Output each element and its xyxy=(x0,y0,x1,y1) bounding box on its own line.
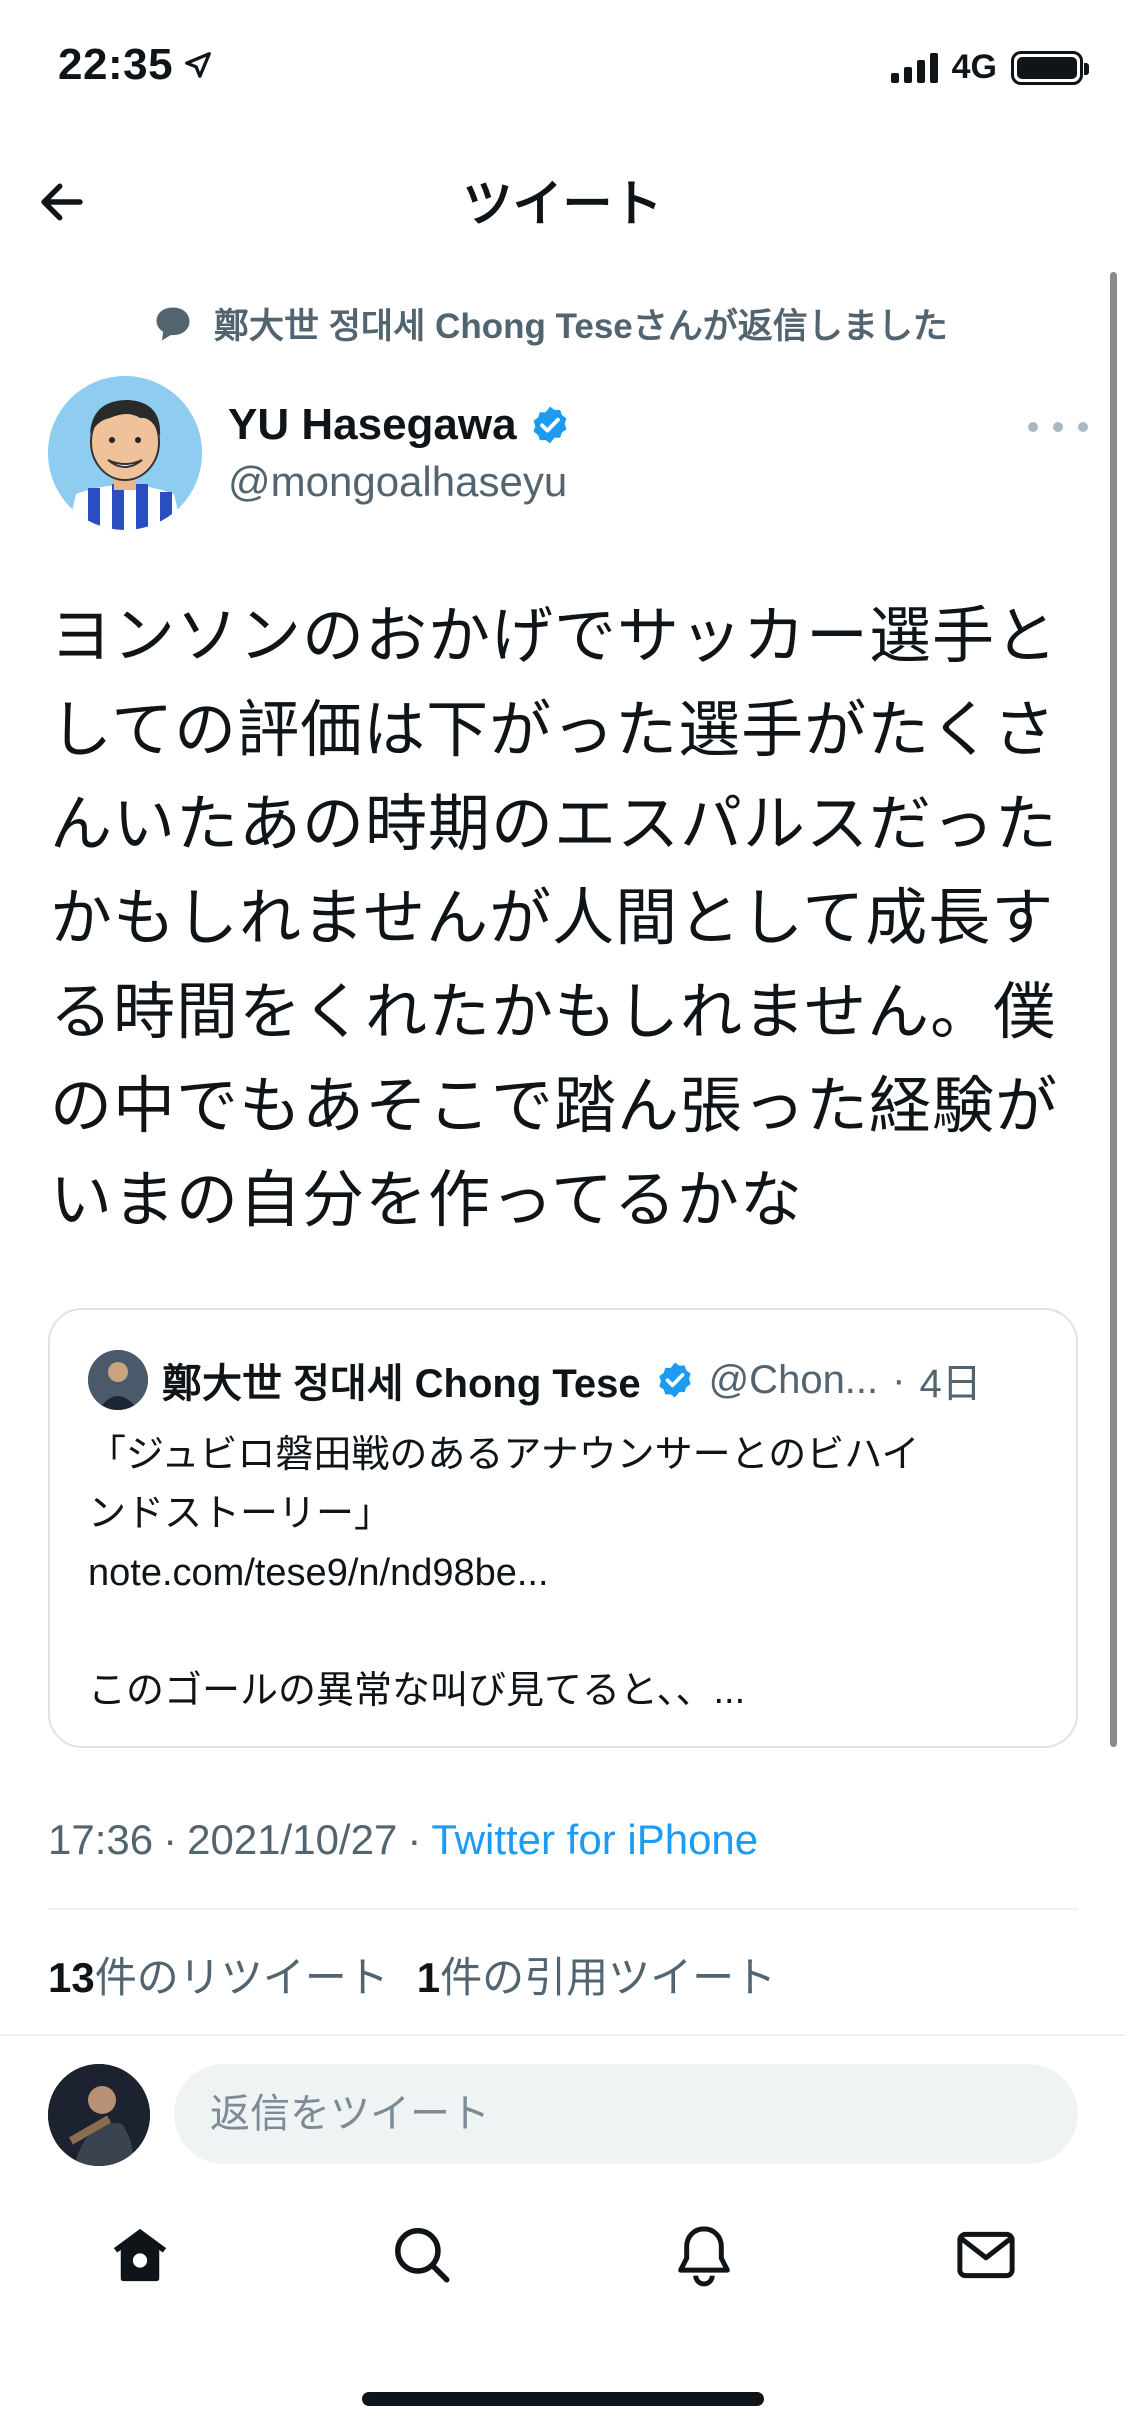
quoted-tweet-card[interactable]: 鄭大世 정대세 Chong Tese @Chon... · 4日 「ジュビロ磐田… xyxy=(48,1308,1078,1748)
author-avatar[interactable] xyxy=(48,376,202,530)
reply-context[interactable]: 鄭大世 정대세 Chong Teseさんが返信しました xyxy=(150,298,948,349)
tweet-text-line: んいたあの時期のエスパルスだった xyxy=(50,790,1059,859)
quoted-author-handle: @Chon... xyxy=(708,1357,879,1402)
tweet-text-line: しての評価は下がった選手がたくさ xyxy=(50,696,1057,765)
back-arrow-icon xyxy=(41,183,83,221)
tab-search[interactable] xyxy=(377,2210,467,2300)
verified-badge-icon xyxy=(533,406,567,444)
tab-messages[interactable] xyxy=(941,2210,1031,2300)
reply-bar xyxy=(0,2034,1125,2166)
tweet-stats: 13件のリツイート 1件の引用ツイート xyxy=(48,1944,776,2005)
quotes-stat[interactable]: 1件の引用ツイート xyxy=(417,1944,776,2005)
quotes-count: 1 xyxy=(416,1954,441,2001)
tweet-date: 2021/10/27 xyxy=(187,1816,398,1863)
tweet-meta: 17:36 · 2021/10/27 · Twitter for iPhone xyxy=(48,1816,758,1864)
meta-separator: · xyxy=(163,1816,178,1863)
quoted-text-line: このゴールの異常な叫び見てると、、... xyxy=(88,1670,746,1712)
meta-separator: · xyxy=(407,1816,422,1863)
quoted-author-name: 鄭大世 정대세 Chong Tese xyxy=(162,1362,641,1406)
quoted-tweet-text: 「ジュビロ磐田戦のあるアナウンサーとのビハイ ンドストーリー」 note.com… xyxy=(88,1426,1048,1721)
status-bar: 22:35 4G xyxy=(0,0,1125,140)
quoted-link[interactable]: note.com/tese9/n/nd98be... xyxy=(88,1544,1048,1603)
messages-icon xyxy=(957,2231,1015,2279)
author-avatar-illustration xyxy=(48,376,202,530)
quoted-separator: · xyxy=(892,1357,906,1402)
retweets-stat[interactable]: 13件のリツイート xyxy=(48,1944,389,2005)
status-time: 22:35 xyxy=(58,40,174,89)
battery-icon xyxy=(1011,50,1089,85)
tab-home[interactable] xyxy=(95,2210,185,2300)
back-button[interactable] xyxy=(30,170,94,234)
signal-strength-icon xyxy=(890,52,938,83)
reply-context-text: 鄭大世 정대세 Chong Teseさんが返信しました xyxy=(214,307,948,346)
quoted-blank-line xyxy=(88,1603,1048,1662)
tweet-text-line: の中でもあそこで踏ん張った経験が xyxy=(50,1072,1059,1141)
quoted-tweet-header: 鄭大世 정대세 Chong Tese @Chon... · 4日 xyxy=(88,1350,982,1410)
tweet-text-line: る時間をくれたかもしれません。僕 xyxy=(50,978,1057,1047)
tweet-time: 17:36 xyxy=(48,1816,154,1863)
author-name-row[interactable]: YU Hasegawa xyxy=(228,400,571,450)
author-handle[interactable]: @mongoalhaseyu xyxy=(228,458,567,506)
quoted-date: 4日 xyxy=(919,1362,982,1406)
author-name: YU Hasegawa xyxy=(228,400,517,449)
tab-notifications[interactable] xyxy=(659,2210,749,2300)
tweet-text: ヨンソンのおかげでサッカー選手と しての評価は下がった選手がたくさ んいたあの時… xyxy=(50,590,1060,1248)
home-indicator[interactable] xyxy=(362,2392,764,2406)
quoted-author-avatar xyxy=(88,1350,148,1410)
reply-input[interactable] xyxy=(174,2064,1078,2164)
tweet-text-line: かもしれませんが人間として成長す xyxy=(50,884,1055,953)
notifications-icon xyxy=(678,2226,730,2287)
tweet-source-link[interactable]: Twitter for iPhone xyxy=(431,1816,758,1864)
tweet-author: YU Hasegawa @mongoalhaseyu xyxy=(48,376,1088,536)
status-time-group: 22:35 xyxy=(58,40,213,90)
search-icon xyxy=(395,2228,450,2283)
status-indicators: 4G xyxy=(890,48,1089,87)
verified-badge-icon xyxy=(658,1362,691,1398)
location-arrow-icon xyxy=(185,52,211,78)
more-options-button[interactable] xyxy=(1028,412,1088,442)
network-type: 4G xyxy=(951,48,997,86)
tweet-text-line: いまの自分を作ってるかな xyxy=(50,1166,803,1235)
retweets-label: 件のリツイート xyxy=(94,1954,389,2001)
tweet-text-line: ヨンソンのおかげでサッカー選手と xyxy=(50,602,1059,671)
scrollbar[interactable] xyxy=(1110,272,1117,1747)
page-header: ツイート xyxy=(0,150,1125,250)
current-user-avatar[interactable] xyxy=(48,2064,150,2166)
quoted-text-line: 「ジュビロ磐田戦のあるアナウンサーとのビハイ xyxy=(88,1434,920,1476)
bottom-tab-bar xyxy=(0,2210,1125,2320)
quoted-text-line: ンドストーリー」 xyxy=(88,1493,393,1535)
page-title: ツイート xyxy=(462,176,663,232)
divider xyxy=(48,1908,1078,1910)
speech-bubble-icon xyxy=(156,307,190,340)
quotes-label: 件の引用ツイート xyxy=(440,1954,777,2001)
home-icon xyxy=(113,2228,167,2282)
retweets-count: 13 xyxy=(48,1954,95,2001)
